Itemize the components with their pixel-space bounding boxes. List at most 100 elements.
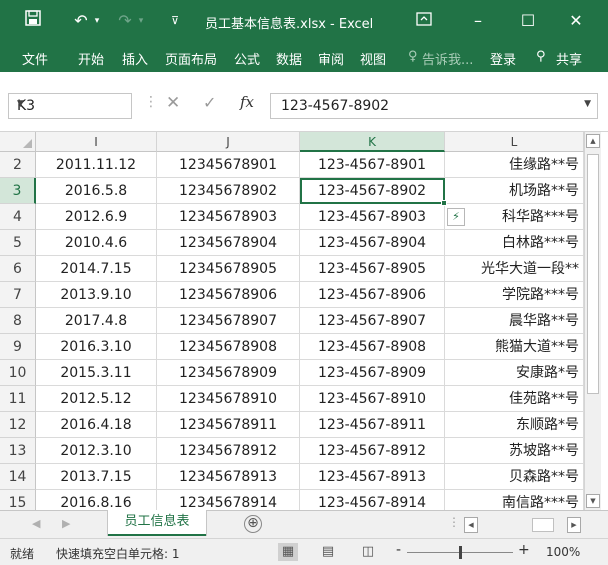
formula-bar-splitter[interactable]: ⋮ (144, 94, 158, 110)
cell-l[interactable]: 佳缘路**号 (445, 152, 584, 178)
scroll-down-icon[interactable]: ▼ (586, 494, 600, 508)
cell-i[interactable]: 2016.8.16 (36, 490, 157, 510)
row-header[interactable]: 4 (0, 204, 36, 230)
cell-j[interactable]: 12345678903 (157, 204, 300, 230)
cell-i[interactable]: 2014.7.15 (36, 256, 157, 282)
cell-l[interactable]: 科华路***号 (445, 204, 584, 230)
cell-i[interactable]: 2011.11.12 (36, 152, 157, 178)
share-button[interactable]: 共享 (556, 49, 582, 68)
row-header[interactable]: 9 (0, 334, 36, 360)
cell-k[interactable]: 123-4567-8907 (300, 308, 445, 334)
cell-j[interactable]: 12345678909 (157, 360, 300, 386)
scroll-left-icon[interactable]: ◀ (464, 517, 478, 533)
cell-k[interactable]: 123-4567-8911 (300, 412, 445, 438)
vertical-scrollbar[interactable]: ▲ ▼ (584, 132, 601, 510)
tab-data[interactable]: 数据 (276, 49, 302, 68)
cell-i[interactable]: 2016.4.18 (36, 412, 157, 438)
row-header[interactable]: 15 (0, 490, 36, 510)
cell-k[interactable]: 123-4567-8914 (300, 490, 445, 510)
row-header[interactable]: 5 (0, 230, 36, 256)
chevron-down-icon[interactable]: ▼ (17, 99, 123, 109)
cell-i[interactable]: 2012.3.10 (36, 438, 157, 464)
row-header[interactable]: 6 (0, 256, 36, 282)
cell-i[interactable]: 2017.4.8 (36, 308, 157, 334)
cell-l[interactable]: 安康路*号 (445, 360, 584, 386)
tell-me-search[interactable]: 告诉我... (422, 49, 473, 68)
cell-j[interactable]: 12345678911 (157, 412, 300, 438)
redo-icon[interactable]: ↷ (114, 10, 136, 32)
cell-j[interactable]: 12345678902 (157, 178, 300, 204)
fill-handle[interactable] (441, 200, 447, 206)
login-link[interactable]: 登录 (490, 49, 516, 68)
cancel-icon[interactable]: ✕ (166, 93, 180, 113)
tab-page-layout[interactable]: 页面布局 (165, 49, 217, 68)
normal-view-icon[interactable]: ▦ (278, 543, 298, 561)
tab-formulas[interactable]: 公式 (234, 49, 260, 68)
row-header[interactable]: 2 (0, 152, 36, 178)
page-break-view-icon[interactable]: ◫ (358, 543, 378, 561)
flash-fill-options-icon[interactable]: ⚡ (447, 208, 465, 226)
cell-i[interactable]: 2013.9.10 (36, 282, 157, 308)
cell-l[interactable]: 晨华路**号 (445, 308, 584, 334)
cell-k[interactable]: 123-4567-8904 (300, 230, 445, 256)
cell-k[interactable]: 123-4567-8909 (300, 360, 445, 386)
column-header-k[interactable]: K (300, 132, 445, 152)
redo-dropdown-icon[interactable]: ▾ (136, 10, 146, 32)
cell-l[interactable]: 学院路***号 (445, 282, 584, 308)
zoom-out-button[interactable]: - (396, 542, 401, 558)
cell-j[interactable]: 12345678907 (157, 308, 300, 334)
cell-j[interactable]: 12345678901 (157, 152, 300, 178)
row-header[interactable]: 14 (0, 464, 36, 490)
row-header[interactable]: 11 (0, 386, 36, 412)
tab-splitter[interactable]: ⋮ (448, 515, 460, 529)
cell-l[interactable]: 熊猫大道**号 (445, 334, 584, 360)
row-header[interactable]: 8 (0, 308, 36, 334)
cell-l[interactable]: 苏坡路**号 (445, 438, 584, 464)
cell-k[interactable]: 123-4567-8912 (300, 438, 445, 464)
enter-icon[interactable]: ✓ (203, 93, 216, 112)
cell-i[interactable]: 2010.4.6 (36, 230, 157, 256)
cell-j[interactable]: 12345678905 (157, 256, 300, 282)
tab-file[interactable]: 文件 (22, 49, 48, 68)
minimize-button[interactable]: – (468, 10, 488, 32)
cell-i[interactable]: 2016.3.10 (36, 334, 157, 360)
close-button[interactable]: ✕ (566, 10, 586, 32)
expand-formula-bar-icon[interactable]: ▼ (584, 99, 591, 109)
cell-i[interactable]: 2016.5.8 (36, 178, 157, 204)
select-all-corner[interactable] (0, 132, 36, 152)
customize-toolbar-icon[interactable]: ⊽ (168, 10, 182, 32)
tab-review[interactable]: 审阅 (318, 49, 344, 68)
undo-icon[interactable]: ↶ (70, 10, 92, 32)
cell-j[interactable]: 12345678912 (157, 438, 300, 464)
formula-input[interactable]: 123-4567-8902 ▼ (270, 93, 598, 119)
cell-i[interactable]: 2012.6.9 (36, 204, 157, 230)
scroll-right-icon[interactable]: ▶ (567, 517, 581, 533)
save-icon[interactable] (22, 10, 44, 32)
maximize-button[interactable]: ☐ (518, 10, 538, 32)
sheet-tab-active[interactable]: 员工信息表 (108, 510, 206, 536)
cell-k[interactable]: 123-4567-8908 (300, 334, 445, 360)
cell-j[interactable]: 12345678913 (157, 464, 300, 490)
tab-insert[interactable]: 插入 (122, 49, 148, 68)
cell-l[interactable]: 光华大道一段** (445, 256, 584, 282)
cell-k[interactable]: 123-4567-8901 (300, 152, 445, 178)
sheet-next-icon[interactable]: ▶ (62, 517, 70, 530)
cell-l[interactable]: 南信路***号 (445, 490, 584, 510)
cell-k[interactable]: 123-4567-8903 (300, 204, 445, 230)
cell-k[interactable]: 123-4567-8906 (300, 282, 445, 308)
cell-i[interactable]: 2012.5.12 (36, 386, 157, 412)
row-header[interactable]: 7 (0, 282, 36, 308)
undo-dropdown-icon[interactable]: ▾ (92, 10, 102, 32)
cell-j[interactable]: 12345678906 (157, 282, 300, 308)
cell-k[interactable]: 123-4567-8913 (300, 464, 445, 490)
worksheet-grid[interactable]: I J K L ▲ ▼ 2 2011.11.12 12345678901 123-45… (0, 132, 608, 510)
row-header[interactable]: 3 (0, 178, 36, 204)
cell-k[interactable]: 123-4567-8910 (300, 386, 445, 412)
horizontal-scrollbar[interactable]: ◀ ▶ (464, 517, 581, 533)
insert-function-icon[interactable]: fx (240, 93, 254, 111)
tab-view[interactable]: 视图 (360, 49, 386, 68)
cell-l[interactable]: 机场路**号 (445, 178, 584, 204)
zoom-slider-thumb[interactable] (459, 546, 462, 559)
cell-l[interactable]: 东顺路*号 (445, 412, 584, 438)
column-header-j[interactable]: J (157, 132, 300, 152)
